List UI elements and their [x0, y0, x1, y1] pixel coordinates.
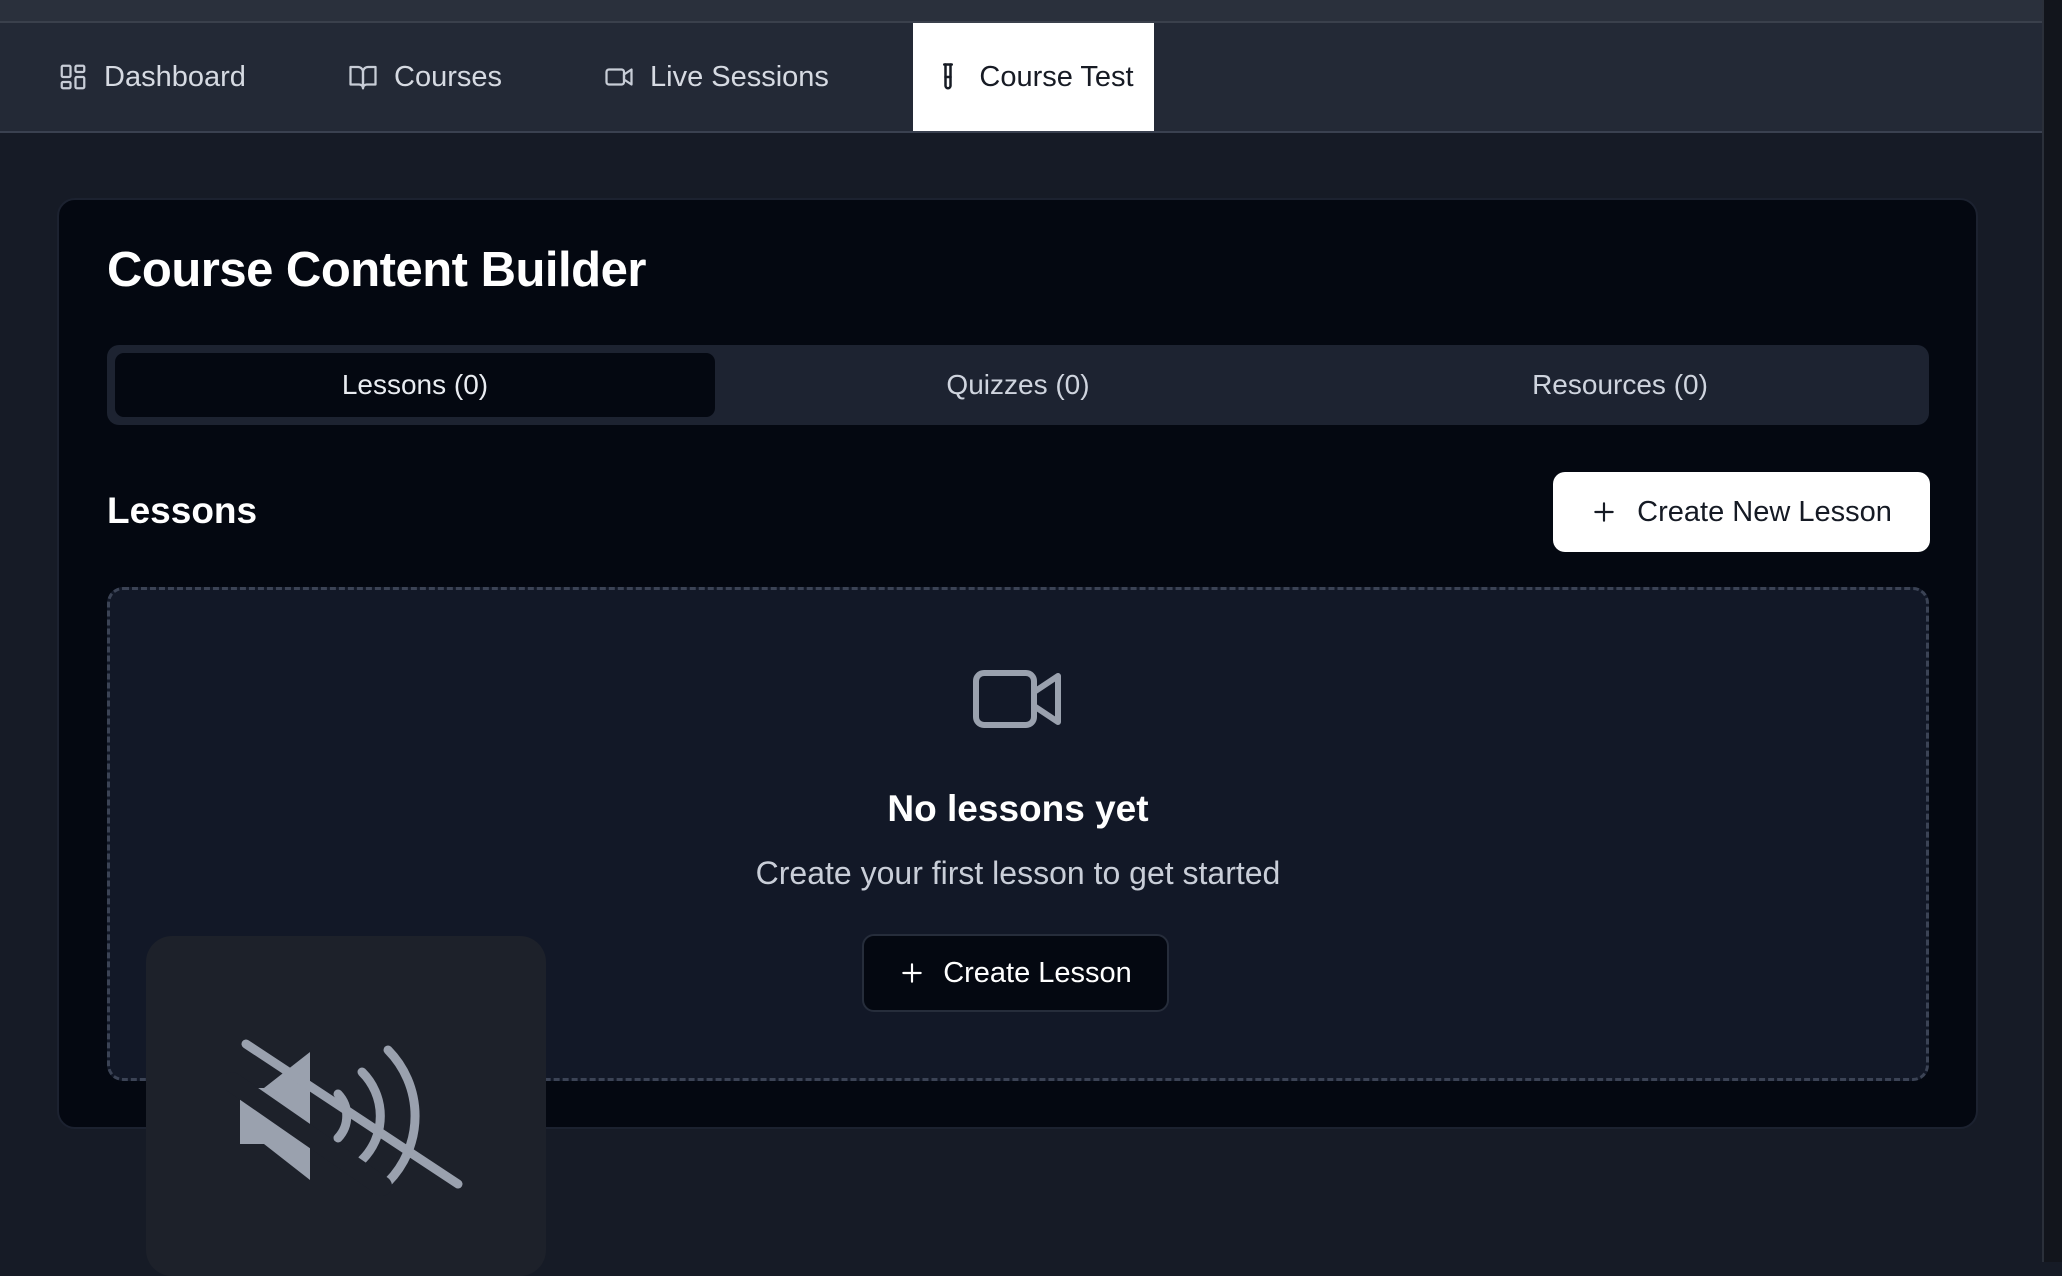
nav-live-sessions-label: Live Sessions — [650, 60, 829, 93]
page-title: Course Content Builder — [107, 243, 646, 297]
tab-quizzes[interactable]: Quizzes (0) — [718, 353, 1318, 417]
create-new-lesson-label: Create New Lesson — [1637, 495, 1892, 528]
test-tube-icon — [943, 63, 954, 90]
nav-courses[interactable]: Courses — [348, 23, 502, 131]
empty-state-subtitle: Create your first lesson to get started — [755, 855, 1281, 891]
plus-icon — [1594, 502, 1614, 522]
empty-state-title: No lessons yet — [887, 788, 1149, 829]
nav-dashboard-label: Dashboard — [104, 60, 246, 93]
nav-courses-label: Courses — [394, 60, 502, 93]
dashboard-icon — [60, 64, 86, 90]
create-lesson-label: Create Lesson — [943, 956, 1132, 989]
video-icon — [605, 68, 633, 86]
nav-dashboard[interactable]: Dashboard — [58, 23, 246, 131]
nav-course-test[interactable]: Course Test — [913, 23, 1154, 131]
mute-overlay[interactable] — [146, 936, 546, 1276]
plus-icon — [902, 963, 922, 983]
tab-lessons[interactable]: Lessons (0) — [115, 353, 715, 417]
section-heading: Lessons — [107, 490, 258, 531]
window-top-strip — [0, 0, 2042, 23]
create-new-lesson-button[interactable]: Create New Lesson — [1553, 472, 1930, 552]
nav-course-test-label: Course Test — [979, 60, 1134, 93]
content-tabs: Lessons (0) Quizzes (0) Resources (0) — [107, 345, 1929, 425]
create-lesson-button[interactable]: Create Lesson — [862, 934, 1169, 1012]
nav-live-sessions[interactable]: Live Sessions — [604, 23, 829, 131]
video-icon — [973, 670, 1061, 728]
speaker-muted-icon — [226, 1039, 463, 1196]
scrollbar[interactable] — [2042, 0, 2062, 1262]
tab-resources[interactable]: Resources (0) — [1320, 353, 1920, 417]
top-navigation: Dashboard Courses Live Sessions Course T… — [0, 23, 2042, 133]
book-icon — [349, 65, 377, 90]
